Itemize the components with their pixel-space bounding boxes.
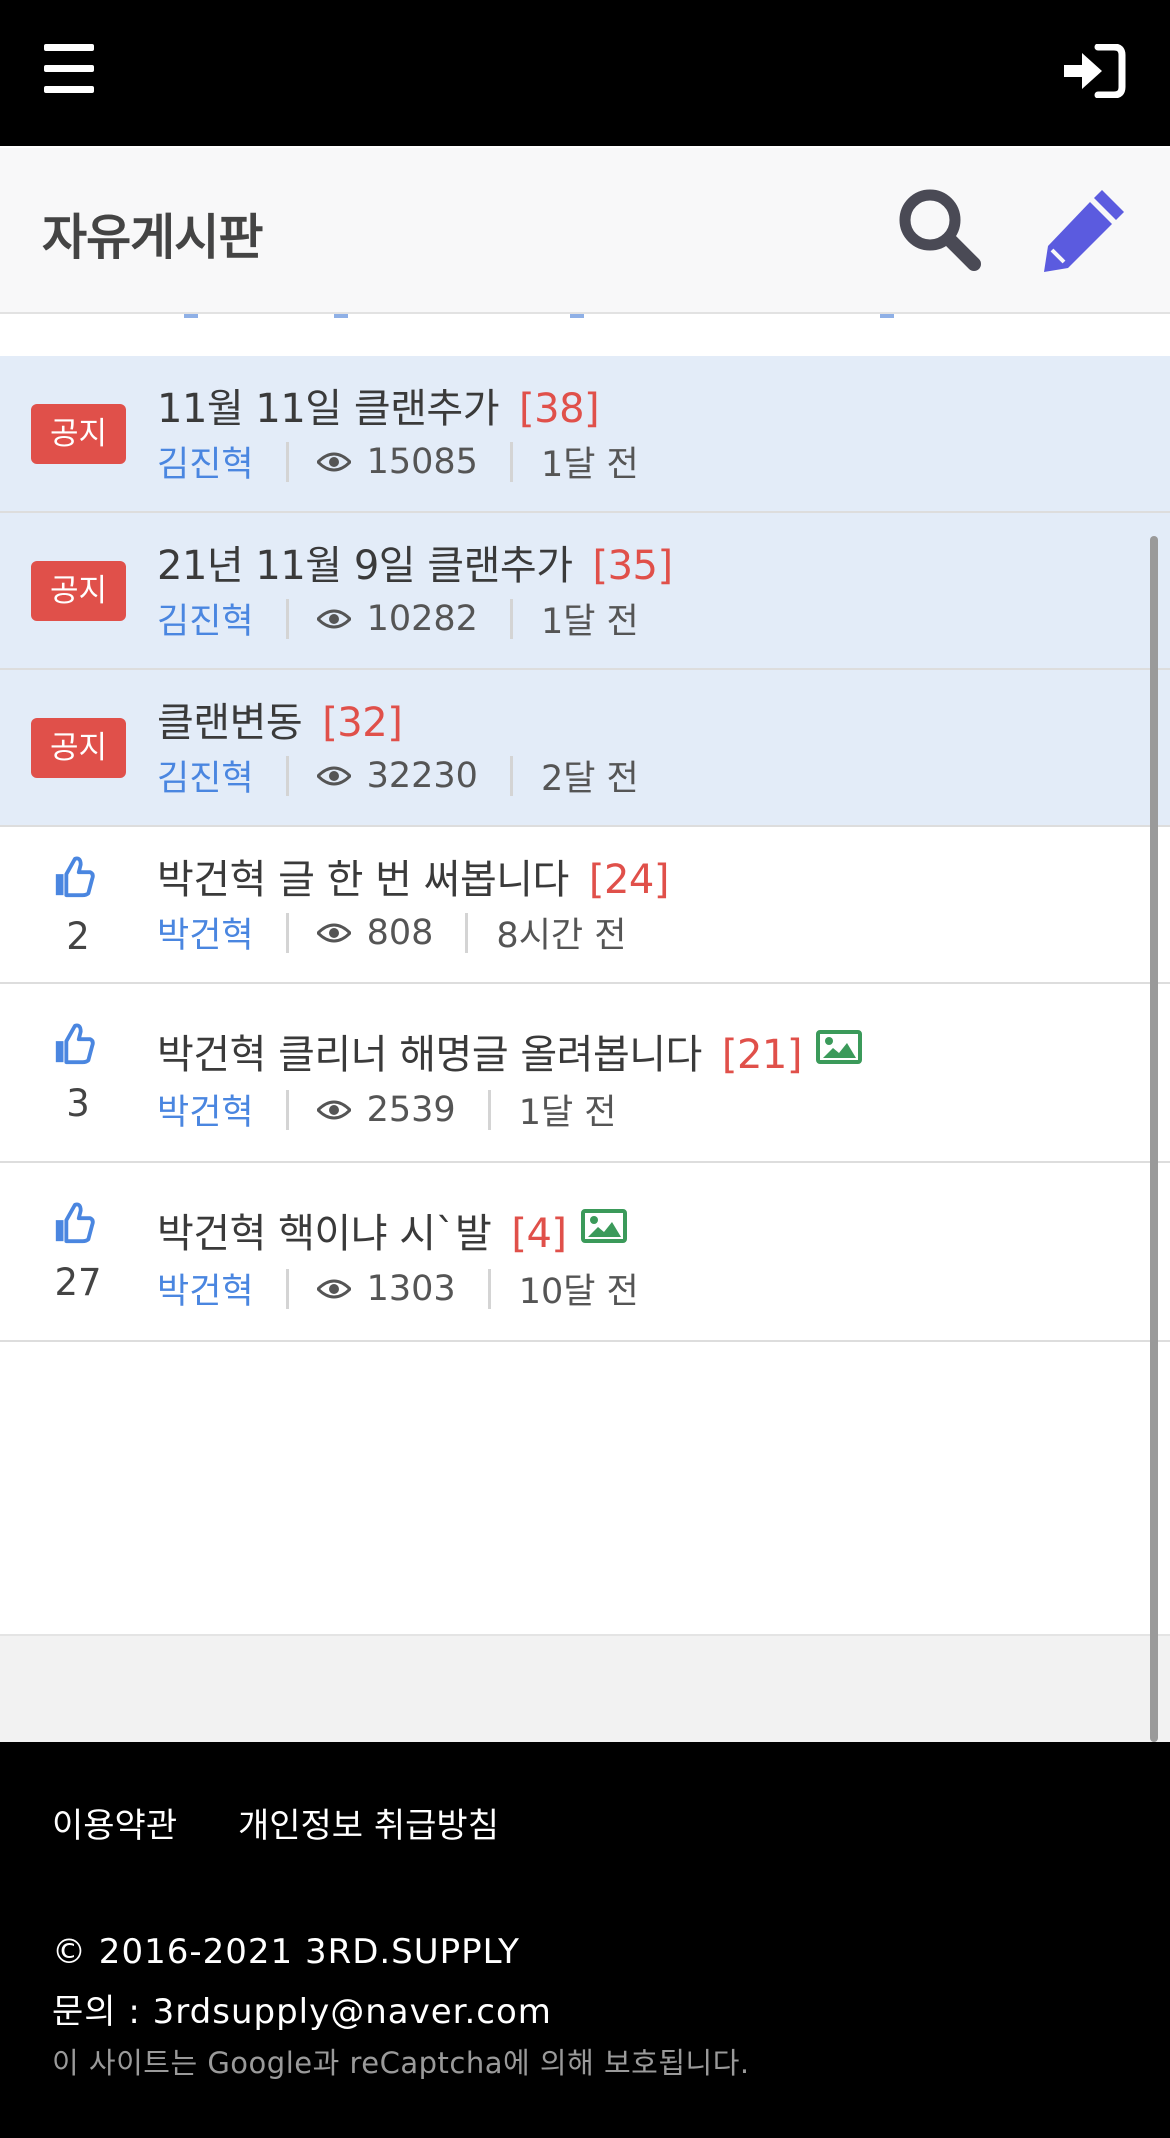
post-list: 공지 11월 11일 클랜추가 [38] 김진혁 15085 1달 전 공지 21… xyxy=(0,356,1170,1342)
footer-links: 이용약관 개인정보 취급방침 xyxy=(52,1798,549,1847)
post-title[interactable]: 박건혁 글 한 번 써봅니다 xyxy=(157,857,569,903)
post-author[interactable]: 김진혁 xyxy=(157,593,254,644)
post-author[interactable]: 김진혁 xyxy=(157,750,254,801)
view-count: 32230 xyxy=(366,755,478,796)
post-title[interactable]: 11월 11일 클랜추가 xyxy=(157,386,500,432)
view-count: 15085 xyxy=(366,441,478,482)
post-time: 8시간 전 xyxy=(496,916,627,956)
post-title[interactable]: 21년 11월 9일 클랜추가 xyxy=(157,543,573,589)
post-author[interactable]: 박건혁 xyxy=(157,907,254,958)
meta-divider xyxy=(509,441,513,482)
meta-divider xyxy=(285,755,289,796)
post-meta: 김진혁 32230 2달 전 xyxy=(157,750,639,801)
post-title-line[interactable]: 박건혁 핵이냐 시`발 [4] xyxy=(157,1201,627,1259)
notice-badge: 공지 xyxy=(31,718,126,778)
post-title-line[interactable]: 21년 11월 9일 클랜추가 [35] xyxy=(157,533,673,591)
views-eye-icon xyxy=(316,766,351,785)
post-meta: 박건혁 808 8시간 전 xyxy=(157,907,626,958)
like-count: 2 xyxy=(66,915,90,958)
comment-count: [21] xyxy=(721,1032,803,1078)
post-time: 2달 전 xyxy=(540,759,639,799)
view-count: 1303 xyxy=(366,1268,456,1309)
post-time: 10달 전 xyxy=(518,1272,639,1312)
post-title[interactable]: 박건혁 핵이냐 시`발 xyxy=(157,1211,492,1257)
meta-divider xyxy=(509,755,513,796)
comment-count: [24] xyxy=(588,857,670,903)
views-eye-icon xyxy=(316,923,351,942)
sign-in-icon[interactable] xyxy=(1064,44,1126,98)
views-eye-icon xyxy=(316,1279,351,1298)
post-row[interactable]: 3 박건혁 클리너 해명글 올려봅니다 [21] 박건혁 2539 1달 전 xyxy=(0,984,1170,1163)
privacy-link[interactable]: 개인정보 취급방침 xyxy=(238,1806,499,1846)
image-attachment-icon xyxy=(815,1030,862,1064)
footer: 이용약관 개인정보 취급방침 © 2016-2021 3RD.SUPPLY 문의… xyxy=(0,1742,1170,2138)
post-row[interactable]: 27 박건혁 핵이냐 시`발 [4] 박건혁 1303 10달 전 xyxy=(0,1163,1170,1342)
meta-divider xyxy=(285,598,289,639)
post-row[interactable]: 2 박건혁 글 한 번 써봅니다 [24] 박건혁 808 8시간 전 xyxy=(0,827,1170,984)
post-author[interactable]: 김진혁 xyxy=(157,436,254,487)
meta-divider xyxy=(285,1268,289,1309)
views-eye-icon xyxy=(316,452,351,471)
notice-row[interactable]: 공지 11월 11일 클랜추가 [38] 김진혁 15085 1달 전 xyxy=(0,356,1170,513)
post-meta: 김진혁 15085 1달 전 xyxy=(157,436,639,487)
comment-count: [38] xyxy=(519,386,600,432)
like-count: 3 xyxy=(66,1082,90,1125)
comment-count: [32] xyxy=(322,700,403,746)
post-title-line[interactable]: 박건혁 클리너 해명글 올려봅니다 [21] xyxy=(157,1022,862,1080)
recaptcha-notice: 이 사이트는 Google과 reCaptcha에 의해 보호됩니다. xyxy=(52,2046,750,2080)
scrollbar[interactable] xyxy=(1150,536,1158,1742)
board-header: 자유게시판 xyxy=(0,148,1170,314)
thumbs-up-icon xyxy=(55,1202,95,1244)
notice-row[interactable]: 공지 클랜변동 [32] 김진혁 32230 2달 전 xyxy=(0,670,1170,827)
post-title[interactable]: 클랜변동 xyxy=(157,700,303,746)
post-title-line[interactable]: 클랜변동 [32] xyxy=(157,690,403,748)
post-meta: 김진혁 10282 1달 전 xyxy=(157,593,639,644)
post-meta: 박건혁 1303 10달 전 xyxy=(157,1263,639,1314)
meta-divider xyxy=(465,912,469,953)
comment-count: [35] xyxy=(592,543,674,589)
meta-divider xyxy=(285,912,289,953)
post-meta: 박건혁 2539 1달 전 xyxy=(157,1084,616,1135)
meta-divider xyxy=(487,1089,491,1130)
comment-count: [4] xyxy=(511,1211,567,1257)
view-count: 808 xyxy=(366,912,434,953)
thumbs-up-icon xyxy=(55,856,95,898)
contact-email: 문의 : 3rdsupply@naver.com xyxy=(52,1992,552,2032)
post-title-line[interactable]: 11월 11일 클랜추가 [38] xyxy=(157,376,600,434)
thumbs-up-icon xyxy=(55,1023,95,1065)
hamburger-menu-icon[interactable] xyxy=(44,44,100,94)
post-time: 1달 전 xyxy=(518,1093,617,1133)
page-title: 자유게시판 xyxy=(42,209,263,266)
post-author[interactable]: 박건혁 xyxy=(157,1084,254,1135)
list-bottom-padding xyxy=(0,1634,1170,1744)
search-icon[interactable] xyxy=(894,184,984,274)
post-time: 1달 전 xyxy=(540,445,639,485)
post-author[interactable]: 박건혁 xyxy=(157,1263,254,1314)
top-navigation-bar xyxy=(0,0,1170,146)
meta-divider xyxy=(285,441,289,482)
image-attachment-icon xyxy=(580,1209,627,1243)
view-count: 2539 xyxy=(366,1089,456,1130)
like-count: 27 xyxy=(54,1261,102,1304)
meta-divider xyxy=(509,598,513,639)
post-title-line[interactable]: 박건혁 글 한 번 써봅니다 [24] xyxy=(157,847,669,905)
view-count: 10282 xyxy=(366,598,478,639)
meta-divider xyxy=(487,1268,491,1309)
copyright: © 2016-2021 3RD.SUPPLY xyxy=(52,1932,520,1972)
notice-row[interactable]: 공지 21년 11월 9일 클랜추가 [35] 김진혁 10282 1달 전 xyxy=(0,513,1170,670)
views-eye-icon xyxy=(316,609,351,628)
meta-divider xyxy=(285,1089,289,1130)
terms-link[interactable]: 이용약관 xyxy=(52,1806,177,1846)
pencil-icon[interactable] xyxy=(1040,184,1130,274)
partial-row xyxy=(0,314,1170,356)
notice-badge: 공지 xyxy=(31,561,126,621)
post-title[interactable]: 박건혁 클리너 해명글 올려봅니다 xyxy=(157,1032,702,1078)
notice-badge: 공지 xyxy=(31,404,126,464)
views-eye-icon xyxy=(316,1100,351,1119)
post-time: 1달 전 xyxy=(540,602,639,642)
